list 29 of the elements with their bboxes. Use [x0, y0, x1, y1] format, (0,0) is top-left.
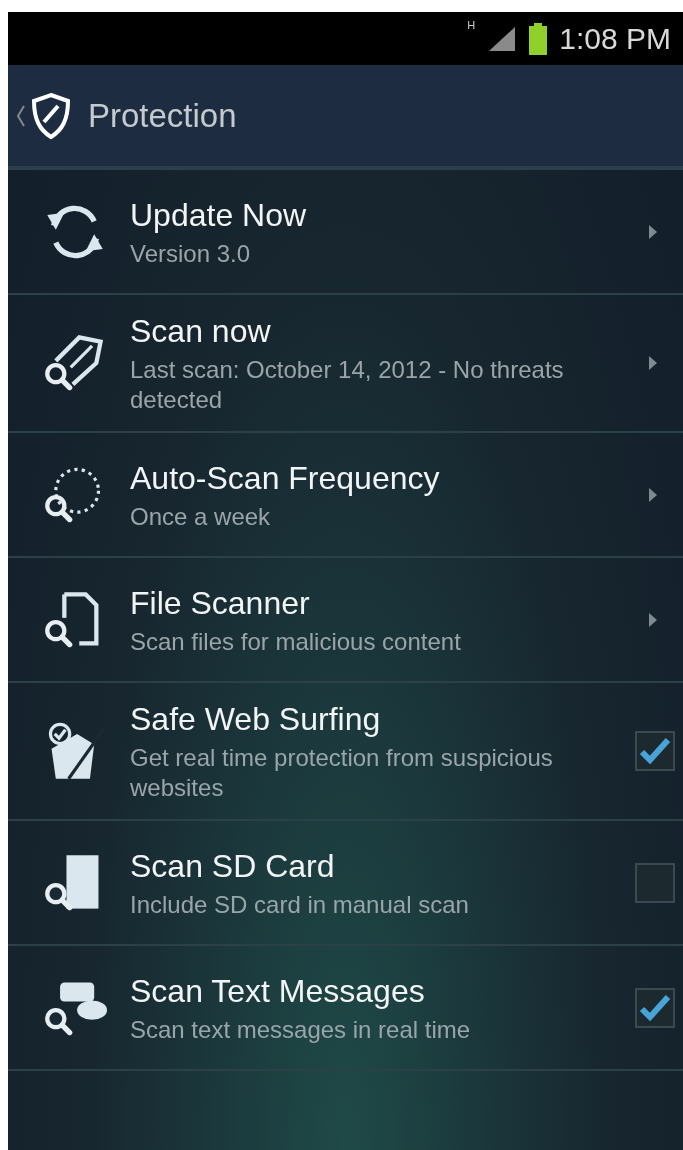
item-subtitle: Get real time protection from suspicious websites — [130, 743, 554, 803]
item-title: Scan now — [130, 312, 272, 351]
item-title: Safe Web Surfing — [130, 700, 382, 739]
network-type: H — [467, 20, 476, 31]
item-subtitle: Scan files for malicious content — [130, 626, 462, 657]
item-title: Auto-Scan Frequency — [130, 458, 441, 498]
item-subtitle: Version 3.0 — [130, 238, 252, 269]
chevron-right-icon[interactable] — [647, 610, 659, 629]
item-subtitle: Scan text messages in real time — [130, 1014, 472, 1045]
checkbox[interactable] — [635, 731, 675, 771]
checkbox[interactable] — [635, 862, 675, 903]
signal-icon — [487, 24, 518, 53]
back-button[interactable] — [16, 91, 72, 140]
screen-title: Protection — [88, 95, 237, 136]
item-title: File Scanner — [130, 583, 311, 623]
chevron-right-icon[interactable] — [647, 354, 659, 372]
shield-icon — [30, 91, 72, 140]
chevron-right-icon[interactable] — [647, 222, 659, 241]
battery-icon — [529, 22, 548, 55]
item-subtitle: Last scan: October 14, 2012 - No threats detected — [130, 355, 565, 415]
item-title: Scan Text Messages — [130, 971, 426, 1011]
clock: 1:08 PM — [559, 21, 671, 57]
item-title: Scan SD Card — [130, 846, 336, 886]
back-caret-icon — [16, 103, 26, 128]
item-subtitle: Include SD card in manual scan — [130, 889, 470, 920]
item-subtitle: Once a week — [130, 501, 272, 532]
item-title: Update Now — [130, 195, 308, 235]
checkbox[interactable] — [635, 987, 675, 1028]
chevron-right-icon[interactable] — [647, 485, 659, 504]
